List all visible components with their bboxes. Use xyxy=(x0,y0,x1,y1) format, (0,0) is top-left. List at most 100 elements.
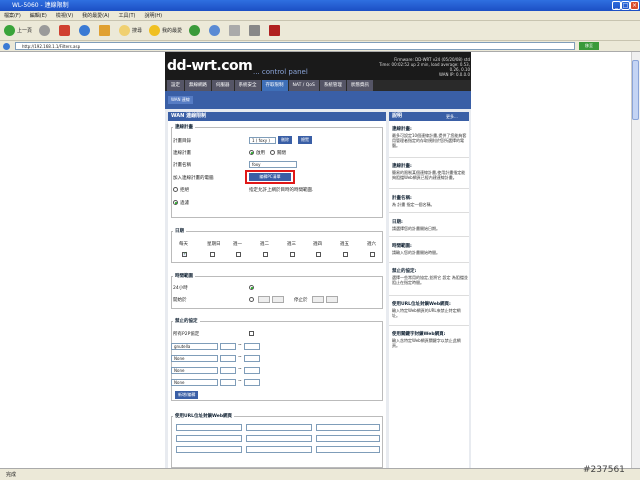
control-panel-label: ... control panel xyxy=(253,68,308,76)
service-port-to-3[interactable] xyxy=(244,367,260,374)
window-title: WL-5060 - 連線限制 xyxy=(12,2,69,9)
menu-edit[interactable]: 編輯(E) xyxy=(30,12,47,19)
service-port-from-1[interactable] xyxy=(220,343,236,350)
messenger-button[interactable] xyxy=(269,25,282,36)
search-button[interactable]: 搜尋 xyxy=(119,25,142,36)
url-input-6[interactable] xyxy=(316,435,380,442)
url-input-1[interactable] xyxy=(176,424,242,431)
service-select-3[interactable]: None xyxy=(171,367,218,374)
menu-favorites[interactable]: 我的最愛(A) xyxy=(82,12,109,19)
service-select-2[interactable]: None xyxy=(171,355,218,362)
mail-button[interactable] xyxy=(229,25,242,36)
url-input-8[interactable] xyxy=(246,446,312,453)
url-input-5[interactable] xyxy=(246,435,312,442)
allday-label: 24小時 xyxy=(173,286,188,291)
day-checkbox-sun[interactable] xyxy=(210,252,215,257)
start-hour-select[interactable] xyxy=(258,296,270,303)
maximize-icon[interactable]: □ xyxy=(621,1,630,10)
media-icon xyxy=(189,25,201,36)
tab-status[interactable]: 狀態資訊 xyxy=(346,80,373,91)
day-checkbox-everyday[interactable] xyxy=(182,251,187,257)
print-button[interactable] xyxy=(249,25,262,36)
menu-view[interactable]: 檢視(V) xyxy=(56,12,73,19)
service-port-to-2[interactable] xyxy=(244,355,260,362)
add-edit-service-button[interactable]: 新增/編輯 xyxy=(175,391,199,399)
history-icon xyxy=(209,25,221,36)
summary-button[interactable]: 總覽 xyxy=(298,136,312,144)
menu-help[interactable]: 說明(H) xyxy=(144,12,162,19)
menu-tools[interactable]: 工具(T) xyxy=(119,12,136,19)
day-checkbox-sat[interactable] xyxy=(370,252,375,257)
catchall-checkbox[interactable] xyxy=(249,331,254,336)
edit-pc-list-button[interactable]: 編輯PC清單 xyxy=(249,173,291,181)
service-port-to-4[interactable] xyxy=(244,379,260,386)
page-icon xyxy=(3,42,10,50)
minimize-icon[interactable]: _ xyxy=(612,1,621,10)
start-minute-select[interactable] xyxy=(272,296,284,303)
times-legend: 時間範圍 xyxy=(173,273,195,279)
favorites-button[interactable]: 我的最愛 xyxy=(149,25,182,36)
policy-select[interactable]: 1 ( foxy ) xyxy=(249,137,276,144)
day-label-everyday: 每天 xyxy=(179,242,188,247)
service-select-1[interactable]: gnutella xyxy=(171,343,218,350)
delete-button[interactable]: 刪除 xyxy=(278,136,292,144)
tab-wireless[interactable]: 無線網路 xyxy=(185,80,211,91)
url-input-9[interactable] xyxy=(316,446,380,453)
end-minute-select[interactable] xyxy=(326,296,338,303)
day-checkbox-mon[interactable] xyxy=(236,252,241,257)
help-text: 最多可設定10個連線計畫,提供了您能夠套用管理者指定的存取規則於您所選擇的電腦。 xyxy=(392,133,467,149)
deny-radio[interactable] xyxy=(173,187,178,192)
help-divider xyxy=(389,157,469,158)
policy-label: 計畫目錄 xyxy=(173,139,191,144)
day-checkbox-thu[interactable] xyxy=(316,252,321,257)
day-checkbox-wed[interactable] xyxy=(290,252,295,257)
help-divider xyxy=(389,212,469,213)
help-text: 輸入特定Web網頁的URL來禁止特定網址。 xyxy=(392,308,461,319)
service-port-to-1[interactable] xyxy=(244,343,260,350)
address-input[interactable]: http://192.168.1.1/Filters.asp xyxy=(15,42,575,50)
scrollbar-thumb[interactable] xyxy=(632,60,639,120)
service-port-from-3[interactable] xyxy=(220,367,236,374)
refresh-button[interactable] xyxy=(79,25,92,36)
enable-radio[interactable] xyxy=(249,150,254,155)
tab-security[interactable]: 系統安全 xyxy=(234,80,261,91)
help-divider xyxy=(389,188,469,189)
menu-file[interactable]: 檔案(F) xyxy=(4,12,21,19)
service-port-from-2[interactable] xyxy=(220,355,236,362)
end-hour-select[interactable] xyxy=(312,296,324,303)
go-button[interactable]: 移至 xyxy=(579,42,599,50)
tab-setup[interactable]: 設定 xyxy=(167,80,184,91)
allday-radio[interactable] xyxy=(249,285,254,290)
help-text: 輸入含特定Web網頁關鍵字以禁止此網頁。 xyxy=(392,338,461,349)
close-icon[interactable]: × xyxy=(630,1,639,10)
url-input-3[interactable] xyxy=(316,424,380,431)
timerange-radio[interactable] xyxy=(249,297,254,302)
url-input-2[interactable] xyxy=(246,424,312,431)
tab-access-restrictions[interactable]: 存取限制 xyxy=(261,80,288,91)
service-port-from-4[interactable] xyxy=(220,379,236,386)
forward-button[interactable] xyxy=(39,25,52,36)
url-input-7[interactable] xyxy=(176,446,242,453)
stop-button[interactable] xyxy=(59,25,72,36)
policy-name-input[interactable]: foxy xyxy=(249,161,297,168)
status-bar: 完成 xyxy=(0,468,640,480)
media-button[interactable] xyxy=(189,25,202,36)
tab-administration[interactable]: 系統管理 xyxy=(319,80,346,91)
day-checkbox-tue[interactable] xyxy=(263,252,268,257)
help-heading: 使用URL位址封鎖Web網頁: xyxy=(392,302,451,307)
help-text: 選擇一些常用的協定,並將它 設定 為阻擋並阻止在指定時間。 xyxy=(392,275,468,286)
disable-radio[interactable] xyxy=(270,150,275,155)
day-checkbox-fri[interactable] xyxy=(343,252,348,257)
home-button[interactable] xyxy=(99,25,112,36)
tab-nat-qos[interactable]: NAT / QoS xyxy=(288,80,319,91)
subtab-wan-access[interactable]: WAN 連線 xyxy=(168,96,193,104)
days-legend: 日期 xyxy=(173,228,186,234)
help-more-link[interactable]: 更多... xyxy=(446,112,458,121)
policy-legend: 連線計畫 xyxy=(173,124,195,130)
history-button[interactable] xyxy=(209,25,222,36)
url-input-4[interactable] xyxy=(176,435,242,442)
back-button[interactable]: 上一頁 xyxy=(4,25,32,36)
service-select-4[interactable]: None xyxy=(171,379,218,386)
filter-radio[interactable] xyxy=(173,200,178,205)
tab-services[interactable]: 伺服器 xyxy=(212,80,234,91)
